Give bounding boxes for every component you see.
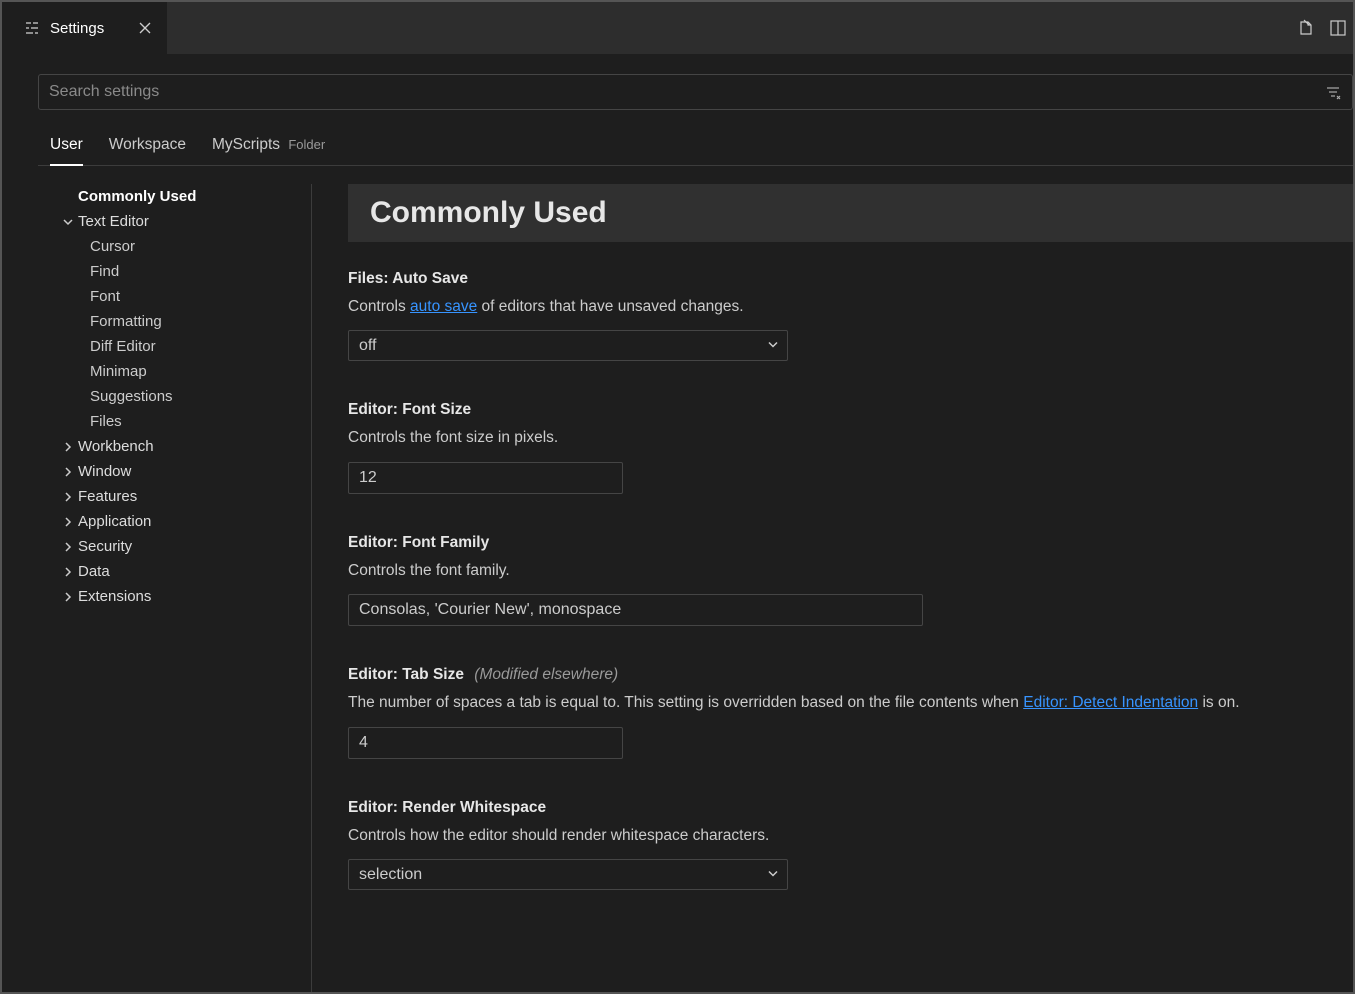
search-input[interactable] [49,83,1324,101]
setting-label: Editor: Font Family [348,534,1353,552]
setting-files-autosave: Files: Auto Save Controls auto save of e… [348,270,1353,361]
setting-desc: Controls auto save of editors that have … [348,296,1353,318]
close-icon[interactable] [137,20,153,36]
setting-render-whitespace: Editor: Render Whitespace Controls how t… [348,799,1353,890]
toc-data[interactable]: Data [38,559,311,584]
setting-label: Files: Auto Save [348,270,1353,288]
settings-content: Commonly Used Files: Auto Save Controls … [312,184,1353,992]
scope-folder-suffix: Folder [288,137,325,152]
toc-find[interactable]: Find [38,259,311,284]
toc-suggestions[interactable]: Suggestions [38,384,311,409]
scope-user[interactable]: User [50,136,83,166]
setting-desc: Controls the font family. [348,560,1353,582]
tab-title: Settings [50,20,104,37]
toc-font[interactable]: Font [38,284,311,309]
toc-window[interactable]: Window [38,459,311,484]
scope-folder[interactable]: MyScripts Folder [212,136,325,166]
chevron-right-icon [58,515,78,529]
toc-commonly-used[interactable]: Commonly Used [38,184,311,209]
toc-extensions[interactable]: Extensions [38,584,311,609]
tab-size-input[interactable] [348,727,623,759]
link-auto-save[interactable]: auto save [410,298,477,315]
setting-label: Editor: Font Size [348,401,1353,419]
open-settings-json-icon[interactable] [1295,17,1317,39]
setting-desc: Controls the font size in pixels. [348,427,1353,449]
chevron-down-icon [58,215,78,229]
toc-minimap[interactable]: Minimap [38,359,311,384]
toc-formatting[interactable]: Formatting [38,309,311,334]
setting-font-size: Editor: Font Size Controls the font size… [348,401,1353,493]
toc-files[interactable]: Files [38,409,311,434]
settings-tab-icon [24,20,40,36]
render-whitespace-select[interactable]: selection [348,859,788,890]
filter-icon[interactable] [1324,83,1342,101]
chevron-right-icon [58,590,78,604]
setting-font-family: Editor: Font Family Controls the font fa… [348,534,1353,626]
setting-label: Editor: Tab Size (Modified elsewhere) [348,666,1353,684]
setting-tab-size: Editor: Tab Size (Modified elsewhere) Th… [348,666,1353,758]
setting-desc: Controls how the editor should render wh… [348,825,1353,847]
link-detect-indentation[interactable]: Editor: Detect Indentation [1023,694,1198,711]
chevron-right-icon [58,540,78,554]
chevron-right-icon [58,440,78,454]
split-editor-icon[interactable] [1327,17,1349,39]
chevron-right-icon [58,465,78,479]
toc-security[interactable]: Security [38,534,311,559]
toc-diff[interactable]: Diff Editor [38,334,311,359]
section-heading: Commonly Used [348,184,1353,242]
scope-workspace[interactable]: Workspace [109,136,186,166]
toc-workbench[interactable]: Workbench [38,434,311,459]
tab-settings[interactable]: Settings [2,2,167,54]
font-family-input[interactable] [348,594,923,626]
setting-desc: The number of spaces a tab is equal to. … [348,692,1353,714]
settings-toc: Commonly Used Text Editor Cursor Find Fo… [38,184,312,992]
toc-features[interactable]: Features [38,484,311,509]
setting-label: Editor: Render Whitespace [348,799,1353,817]
settings-scope-tabs: User Workspace MyScripts Folder [38,136,1353,166]
tab-strip: Settings [2,2,1353,54]
toc-text-editor[interactable]: Text Editor [38,209,311,234]
settings-window: Settings [2,2,1353,992]
toc-cursor[interactable]: Cursor [38,234,311,259]
modified-hint: (Modified elsewhere) [474,666,618,683]
chevron-right-icon [58,490,78,504]
chevron-right-icon [58,565,78,579]
toc-application[interactable]: Application [38,509,311,534]
search-settings[interactable] [38,74,1353,110]
autosave-select[interactable]: off [348,330,788,361]
editor-actions [1295,2,1353,54]
font-size-input[interactable] [348,462,623,494]
scope-folder-name: MyScripts [212,136,280,153]
